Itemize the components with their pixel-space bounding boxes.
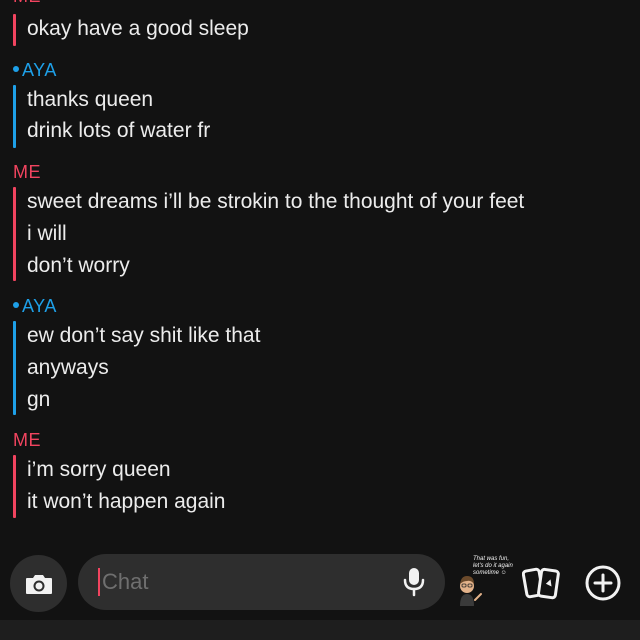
camera-button[interactable] xyxy=(10,555,67,612)
message-text: it won’t happen again xyxy=(27,490,226,513)
bitmoji-sticker-button[interactable]: That was fun, let's do it again sometime… xyxy=(455,554,513,610)
composer-bar: Chat That was fun, let's do it again som… xyxy=(0,548,640,620)
message-text: gn xyxy=(27,388,51,411)
message-text: ew don’t say shit like that xyxy=(27,324,261,347)
message-text: drink lots of water fr xyxy=(27,119,211,142)
microphone-icon[interactable] xyxy=(403,567,425,597)
message-text: sweet dreams i’ll be strokin to the thou… xyxy=(27,190,525,213)
chat-placeholder: Chat xyxy=(102,569,149,594)
system-nav-strip xyxy=(0,620,640,640)
message-bar-me xyxy=(13,187,16,281)
sender-label-aya: AYA xyxy=(13,60,57,80)
sender-name: AYA xyxy=(22,60,57,80)
sender-label-me: ME xyxy=(13,0,41,6)
message-text: thanks queen xyxy=(27,88,154,111)
bitmoji-caption: That was fun, let's do it again sometime… xyxy=(473,556,513,576)
chat-input[interactable]: Chat xyxy=(78,554,445,610)
online-dot-icon xyxy=(13,302,19,309)
message-text: anyways xyxy=(27,356,109,379)
chat-screen: ME okay have a good sleep AYA thanks que… xyxy=(0,0,640,640)
message-text: okay have a good sleep xyxy=(27,17,249,40)
cards-icon[interactable] xyxy=(522,564,562,602)
sender-label-me: ME xyxy=(13,430,41,450)
online-dot-icon xyxy=(13,66,19,73)
message-list[interactable]: ME okay have a good sleep AYA thanks que… xyxy=(0,0,640,548)
camera-icon xyxy=(25,574,52,594)
sender-label-me: ME xyxy=(13,162,41,182)
message-bar-aya xyxy=(13,85,16,148)
text-cursor xyxy=(98,568,100,596)
message-text: don’t worry xyxy=(27,254,130,277)
message-text: i’m sorry queen xyxy=(27,458,171,481)
message-bar-me xyxy=(13,455,16,518)
message-text: i will xyxy=(27,222,67,245)
message-bar-aya xyxy=(13,321,16,415)
sender-label-aya: AYA xyxy=(13,296,57,316)
plus-circle-icon[interactable] xyxy=(584,564,622,602)
message-bar-me xyxy=(13,14,16,46)
sender-name: AYA xyxy=(22,296,57,316)
